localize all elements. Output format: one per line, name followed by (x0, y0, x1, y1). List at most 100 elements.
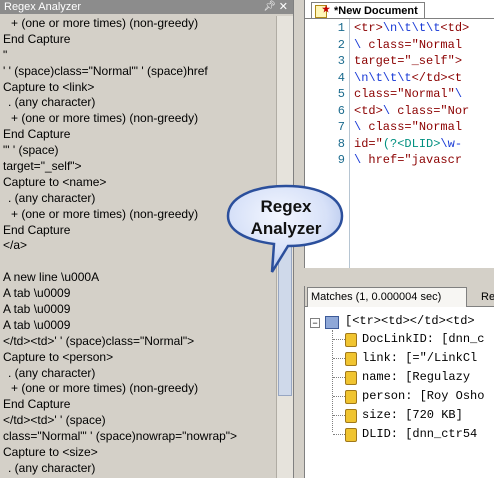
code-token: \n\t\t\t (354, 70, 412, 85)
match-row[interactable]: [<tr><td></td><td> (345, 312, 475, 331)
close-icon[interactable]: ✕ (279, 0, 288, 14)
code-token: <td> (440, 21, 470, 35)
code-line: \n\t\t\t</td><t (354, 71, 462, 85)
line-number: 6 (337, 103, 345, 118)
analyzer-line: A tab \u0009 (3, 317, 71, 332)
code-token: \ (354, 153, 369, 167)
line-number: 2 (337, 37, 345, 52)
code-line: <td>\ class="Nor (354, 104, 469, 118)
tree-connector (332, 330, 333, 432)
tree-connector (333, 358, 345, 359)
matches-panel: Matches (1, 0.000004 sec) Re − [<tr><td>… (304, 286, 494, 478)
tab-matches[interactable]: Matches (1, 0.000004 sec) (307, 287, 467, 307)
group-icon (345, 333, 357, 347)
code-token: \n\t\t\t (382, 21, 441, 35)
code-token: id=" (354, 136, 383, 151)
group-row[interactable]: person: [Roy Osho (362, 387, 484, 406)
gutter-border (349, 19, 350, 268)
code-token: (?<DLID> (382, 136, 441, 151)
collapse-icon[interactable]: − (310, 318, 320, 328)
line-number: 3 (337, 54, 345, 68)
analyzer-line: . (any character) (8, 95, 96, 110)
tab-new-document[interactable]: ★ *New Document (311, 2, 425, 19)
analyzer-line: </td><td>' ' (space) (3, 413, 106, 428)
analyzer-line: " (3, 47, 8, 62)
group-icon (345, 371, 357, 385)
analyzer-line: Capture to <size> (3, 445, 98, 460)
code-token: <td> (354, 103, 383, 118)
line-number: 7 (337, 120, 345, 134)
code-token: \ (454, 87, 463, 101)
code-token: class="Normal (368, 37, 463, 52)
regex-analyzer-callout: Regex Analyzer (224, 180, 348, 276)
code-token: class="Normal" (354, 87, 455, 101)
code-token: href="javascr (368, 153, 463, 167)
analyzer-line: "' ' (space) (3, 143, 59, 158)
tab-results[interactable]: Re (468, 288, 494, 306)
modified-star-icon: ★ (322, 4, 331, 14)
code-token: </td><t (411, 70, 463, 85)
code-token: \ (354, 37, 369, 52)
matches-tabbar: Matches (1, 0.000004 sec) Re (305, 286, 494, 307)
group-row[interactable]: name: [Regulazy (362, 368, 470, 387)
callout-text: Regex Analyzer (224, 196, 348, 240)
analyzer-line: End Capture (3, 31, 71, 46)
group-icon (345, 428, 357, 442)
analyzer-line: . (any character) (8, 365, 96, 380)
analyzer-line: End Capture (3, 127, 71, 142)
line-number: 9 (337, 153, 345, 167)
panel-title-bar: Regex Analyzer 📌︎ ✕ (0, 0, 293, 14)
tab-matches-label: Matches (1, 0.000004 sec) (311, 291, 442, 303)
code-line: id="(?<DLID>\w- (354, 137, 462, 151)
code-line: class="Normal"\ (354, 87, 462, 101)
group-icon (345, 390, 357, 404)
tree-connector (333, 339, 345, 340)
code-line: <tr>\n\t\t\t<td> (354, 21, 469, 35)
tab-label: *New Document (334, 5, 418, 17)
line-number: 8 (337, 136, 345, 151)
tab-results-label: Re (481, 291, 494, 303)
group-row[interactable]: size: [720 KB] (362, 406, 463, 425)
pin-icon[interactable]: 📌︎ (263, 0, 276, 14)
analyzer-line: class="Normal"' ' (space)nowrap="nowrap"… (3, 429, 238, 444)
match-icon (325, 316, 339, 329)
tree-connector (333, 415, 345, 416)
callout-line-2: Analyzer (250, 219, 322, 238)
code-token: \ (382, 103, 398, 118)
code-token: \ (354, 120, 369, 134)
code-line: \ class="Normal (354, 120, 462, 134)
line-number: 1 (337, 21, 345, 35)
analyzer-line: . (any character) (8, 460, 96, 475)
analyzer-line: End Capture (3, 397, 71, 412)
code-editor[interactable]: <tr>\n\t\t\t<td> \ class="Normal target="_… (354, 19, 494, 268)
panel-title: Regex Analyzer (4, 1, 82, 13)
group-row[interactable]: DocLinkID: [dnn_c (362, 330, 484, 349)
line-number: 4 (337, 70, 345, 85)
analyzer-line: A tab \u0009 (3, 302, 71, 317)
code-line: \ href="javascr (354, 153, 462, 167)
code-line: target="_self"> (354, 54, 462, 68)
group-row[interactable]: link: [="/LinkCl (362, 349, 477, 368)
tree-connector (333, 396, 345, 397)
code-token: class="Nor (397, 103, 470, 118)
code-token: target="_self"> (354, 54, 463, 68)
analyzer-line: </td><td>' ' (space)class="Normal"> (3, 333, 195, 348)
tree-connector (333, 434, 345, 435)
group-icon (345, 409, 357, 423)
callout-line-1: Regex (260, 197, 312, 216)
group-icon (345, 352, 357, 366)
line-number: 5 (337, 87, 345, 101)
analyzer-line: Capture to <link> (3, 79, 95, 94)
code-token: \w- (440, 136, 463, 151)
tree-connector (333, 377, 345, 378)
code-token: <tr> (354, 21, 383, 35)
analyzer-line: + (one or more times) (non-greedy) (11, 16, 199, 30)
analyzer-line: + (one or more times) (non-greedy) (11, 111, 199, 126)
analyzer-line: target="_self"> (3, 159, 82, 174)
analyzer-line: Capture to <person> (3, 349, 114, 364)
code-token: class="Normal (368, 120, 463, 134)
analyzer-line: ' ' (space)class="Normal"' ' (space)href (3, 63, 208, 78)
group-row[interactable]: DLID: [dnn_ctr54 (362, 425, 477, 444)
analyzer-line: + (one or more times) (non-greedy) (11, 381, 199, 396)
analyzer-line: A tab \u0009 (3, 286, 71, 301)
